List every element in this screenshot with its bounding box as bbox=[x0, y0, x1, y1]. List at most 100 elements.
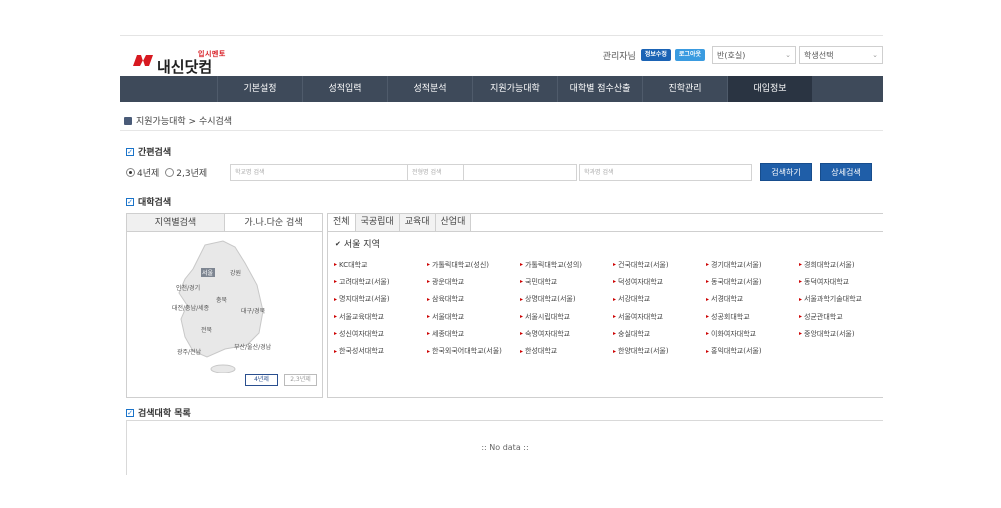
university-link[interactable]: ▸ 명지대학교(서울) bbox=[334, 291, 427, 308]
university-link[interactable]: ▸ 한국외국어대학교(서울) bbox=[427, 342, 520, 359]
university-name: 홍익대학교(서울) bbox=[711, 347, 762, 356]
university-link[interactable]: ▸ 세종대학교 bbox=[427, 325, 520, 342]
detail-search-button[interactable]: 상세검색 bbox=[820, 163, 872, 181]
main-nav: 기본설정 성적입력 성적분석 지원가능대학 대학별 점수산출 진학관리 대입정보 bbox=[120, 76, 883, 102]
breadcrumb-text: 지원가능대학 > 수시검색 bbox=[136, 117, 233, 127]
logout-button[interactable]: 로그아웃 bbox=[674, 49, 705, 61]
university-link[interactable]: ▸ 서강대학교 bbox=[613, 291, 706, 308]
department-search-input[interactable]: 학과명 검색 bbox=[579, 164, 752, 181]
book-icon bbox=[124, 116, 132, 125]
university-link[interactable]: ▸ 상명대학교(서울) bbox=[520, 291, 613, 308]
radio-23yr[interactable]: 2,3년제 bbox=[165, 166, 207, 179]
university-name: 건국대학교(서울) bbox=[618, 260, 669, 269]
tab-national-public[interactable]: 국공립대 bbox=[355, 214, 400, 231]
radio-4yr-label: 4년제 bbox=[137, 168, 160, 179]
university-name: 성균관대학교 bbox=[804, 312, 843, 321]
arrow-right-icon: ▸ bbox=[334, 347, 338, 355]
university-name: 중앙대학교(서울) bbox=[804, 329, 855, 338]
university-link[interactable]: ▸ 경기대학교(서울) bbox=[706, 256, 799, 273]
university-link[interactable]: ▸ 숙명여자대학교 bbox=[520, 325, 613, 342]
university-link[interactable]: ▸ 삼육대학교 bbox=[427, 291, 520, 308]
university-link[interactable]: ▸ 서울대학교 bbox=[427, 308, 520, 325]
korea-map[interactable]: 서울 강원 인천/경기 충북 대전/충남/세종 대구/경북 전북 부산/울산/경… bbox=[127, 233, 324, 373]
nav-item-score-calc[interactable]: 대학별 점수산출 bbox=[557, 76, 642, 102]
tab-all[interactable]: 전체 bbox=[328, 214, 356, 231]
arrow-right-icon: ▸ bbox=[706, 278, 710, 286]
university-link[interactable]: ▸ 서울교육대학교 bbox=[334, 308, 427, 325]
header-user-area: 관리자님 정보수정 로그아웃 반(호실) ⌄ 학생선택 ⌄ bbox=[603, 45, 883, 65]
arrow-right-icon: ▸ bbox=[799, 261, 803, 269]
class-select[interactable]: 반(호실) ⌄ bbox=[712, 46, 796, 64]
search-button[interactable]: 검색하기 bbox=[760, 163, 812, 181]
tab-alphabetical-search[interactable]: 가.나.다순 검색 bbox=[225, 214, 322, 231]
site-logo[interactable]: 입시멘토 내신닷컴 bbox=[132, 44, 232, 76]
edit-info-button[interactable]: 정보수정 bbox=[640, 49, 671, 61]
university-link[interactable]: ▸ KC대학교 bbox=[334, 256, 427, 273]
university-link[interactable]: ▸ 한국성서대학교 bbox=[334, 342, 427, 359]
student-select-value: 학생선택 bbox=[804, 50, 834, 60]
university-name: 가톨릭대학교(성의) bbox=[525, 260, 582, 269]
university-link[interactable]: ▸ 덕성여자대학교 bbox=[613, 273, 706, 290]
arrow-right-icon: ▸ bbox=[334, 295, 338, 303]
admission-type-search-input[interactable]: 전형명 검색 bbox=[407, 164, 577, 181]
university-name: 덕성여자대학교 bbox=[618, 277, 664, 286]
nav-item-admission-info[interactable]: 대입정보 bbox=[727, 76, 812, 102]
university-link[interactable]: ▸ 한양대학교(서울) bbox=[613, 342, 706, 359]
university-link[interactable]: ▸ 서울시립대학교 bbox=[520, 308, 613, 325]
tab-education[interactable]: 교육대 bbox=[399, 214, 436, 231]
university-name: 숙명여자대학교 bbox=[525, 329, 571, 338]
nav-item-grade-analysis[interactable]: 성적분석 bbox=[387, 76, 472, 102]
university-link[interactable]: ▸ 가톨릭대학교(성신) bbox=[427, 256, 520, 273]
university-name: 한양대학교(서울) bbox=[618, 347, 669, 356]
nav-item-eligible-universities[interactable]: 지원가능대학 bbox=[472, 76, 557, 102]
university-link[interactable]: ▸ 광운대학교 bbox=[427, 273, 520, 290]
university-link[interactable]: ▸ 중앙대학교(서울) bbox=[799, 325, 883, 342]
university-link[interactable]: ▸ 한성대학교 bbox=[520, 342, 613, 359]
university-link[interactable]: ▸ 서울여자대학교 bbox=[613, 308, 706, 325]
university-link[interactable]: ▸ 성신여자대학교 bbox=[334, 325, 427, 342]
arrow-right-icon: ▸ bbox=[799, 330, 803, 338]
university-link[interactable]: ▸ 고려대학교(서울) bbox=[334, 273, 427, 290]
arrow-right-icon: ▸ bbox=[799, 278, 803, 286]
radio-4yr[interactable]: 4년제 bbox=[126, 166, 159, 179]
university-link[interactable]: ▸ 동국대학교(서울) bbox=[706, 273, 799, 290]
university-link[interactable]: ▸ 가톨릭대학교(성의) bbox=[520, 256, 613, 273]
university-link[interactable]: ▸ 성균관대학교 bbox=[799, 308, 883, 325]
radio-unselected-icon bbox=[165, 167, 175, 177]
university-link[interactable]: ▸ 성공회대학교 bbox=[706, 308, 799, 325]
tab-region-search[interactable]: 지역별검색 bbox=[127, 214, 225, 231]
nav-item-basic-settings[interactable]: 기본설정 bbox=[217, 76, 302, 102]
logo-title: 내신닷컴 bbox=[157, 58, 213, 76]
university-link[interactable]: ▸ 홍익대학교(서울) bbox=[706, 342, 799, 359]
divider bbox=[120, 130, 883, 131]
map-4yr-button[interactable]: 4년제 bbox=[245, 374, 278, 386]
university-name: 서경대학교 bbox=[711, 295, 744, 304]
student-select[interactable]: 학생선택 ⌄ bbox=[799, 46, 883, 64]
arrow-right-icon: ▸ bbox=[520, 278, 524, 286]
class-select-value: 반(호실) bbox=[717, 50, 746, 60]
arrow-right-icon: ▸ bbox=[334, 313, 338, 321]
map-23yr-button[interactable]: 2,3년제 bbox=[284, 374, 317, 386]
quick-search-title: 간편검색 bbox=[138, 148, 172, 158]
university-link[interactable]: ▸ 서울과학기술대학교 bbox=[799, 291, 883, 308]
university-link[interactable]: ▸ 숭실대학교 bbox=[613, 325, 706, 342]
arrow-right-icon: ▸ bbox=[427, 313, 431, 321]
checkbox-icon: ✓ bbox=[126, 147, 134, 156]
arrow-right-icon: ▸ bbox=[334, 261, 338, 269]
university-link[interactable]: ▸ 서경대학교 bbox=[706, 291, 799, 308]
admin-name: 관리자님 bbox=[602, 51, 636, 62]
university-link[interactable]: ▸ 동덕여자대학교 bbox=[799, 273, 883, 290]
map-label-incheon: 인천/경기 bbox=[176, 284, 200, 292]
university-link[interactable]: ▸ 건국대학교(서울) bbox=[613, 256, 706, 273]
nav-item-grade-input[interactable]: 성적입력 bbox=[302, 76, 387, 102]
nav-item-admission-mgmt[interactable]: 진학관리 bbox=[642, 76, 727, 102]
quick-search-heading: ✓ 간편검색 bbox=[126, 145, 171, 158]
university-link[interactable]: ▸ 경희대학교(서울) bbox=[799, 256, 883, 273]
arrow-right-icon: ▸ bbox=[706, 347, 710, 355]
university-link[interactable]: ▸ 국민대학교 bbox=[520, 273, 613, 290]
region-map-panel: 지역별검색 가.나.다순 검색 서울 강원 인천/경기 충북 대전/충남/세종 … bbox=[126, 213, 323, 398]
year-radio-group: 4년제 2,3년제 bbox=[126, 163, 213, 181]
tab-industrial[interactable]: 산업대 bbox=[435, 214, 472, 231]
university-link[interactable]: ▸ 이화여자대학교 bbox=[706, 325, 799, 342]
arrow-right-icon: ▸ bbox=[706, 330, 710, 338]
